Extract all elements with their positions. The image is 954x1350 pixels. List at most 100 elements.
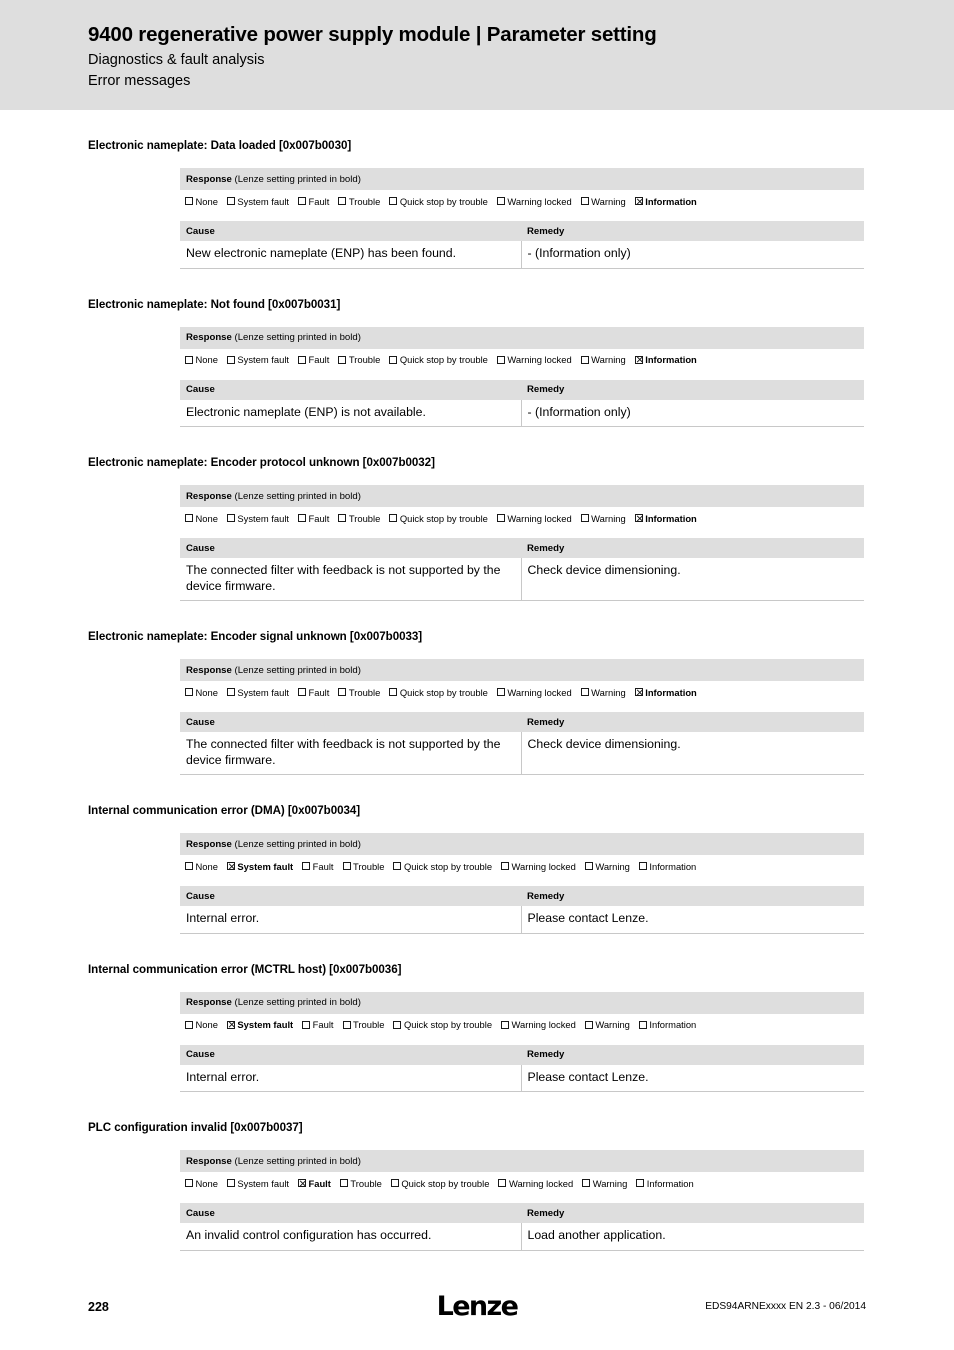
checkbox-unchecked-icon [498,1179,507,1187]
response-option-warning-locked[interactable]: Warning locked [498,1178,573,1189]
response-option-warning-locked[interactable]: Warning locked [496,513,572,524]
response-option-quick-stop-by-trouble[interactable]: Quick stop by trouble [389,687,488,698]
response-option-information[interactable]: Information [638,1019,696,1030]
response-note: (Lenze setting printed in bold) [231,997,361,1008]
error-message-title: Electronic nameplate: Not found [0x007b0… [88,297,341,311]
checkbox-unchecked-icon [501,862,510,870]
response-option-trouble[interactable]: Trouble [338,196,380,207]
response-option-warning-locked[interactable]: Warning locked [496,354,572,365]
response-option-system-fault[interactable]: System fault [226,196,289,207]
cause-column-header: Cause [180,712,521,732]
response-option-warning[interactable]: Warning [580,196,626,207]
response-option-information[interactable]: Information [634,196,697,207]
response-option-warning-locked[interactable]: Warning locked [501,861,576,872]
response-option-warning[interactable]: Warning [582,1178,627,1189]
response-option-information[interactable]: Information [634,687,697,698]
checkbox-unchecked-icon [393,862,402,870]
response-option-fault[interactable]: Fault [298,196,329,207]
table-spacer-cell [180,529,865,538]
response-note: (Lenze setting printed in bold) [231,173,361,185]
response-option-none[interactable]: None [185,861,218,872]
error-message-section: Electronic nameplate: Encoder protocol u… [0,427,954,601]
response-option-warning[interactable]: Warning [584,1019,630,1030]
response-option-trouble[interactable]: Trouble [338,513,380,524]
response-option-trouble[interactable]: Trouble [339,1178,382,1189]
response-option-information[interactable]: Information [634,513,697,524]
response-option-fault[interactable]: Fault [298,513,329,524]
response-option-label: Quick stop by trouble [401,1177,490,1189]
checkbox-unchecked-icon [302,1020,311,1029]
response-option-quick-stop-by-trouble[interactable]: Quick stop by trouble [389,196,488,207]
response-option-fault[interactable]: Fault [298,1178,331,1189]
response-option-none[interactable]: None [185,687,218,698]
checkbox-unchecked-icon [496,688,505,696]
remedy-column-header: Remedy [521,1203,865,1223]
response-option-warning[interactable]: Warning [580,354,626,365]
checkbox-unchecked-icon [298,197,307,205]
response-option-label: Warning locked [508,1177,574,1189]
response-option-none[interactable]: None [185,513,218,524]
response-option-warning[interactable]: Warning [584,861,630,872]
checkbox-unchecked-icon [584,1020,593,1029]
page-header: 9400 regenerative power supply module | … [0,0,954,110]
response-option-none[interactable]: None [185,354,218,365]
response-option-system-fault[interactable]: System fault [226,687,289,698]
response-option-trouble[interactable]: Trouble [338,687,380,698]
response-option-warning-locked[interactable]: Warning locked [501,1019,576,1030]
response-option-system-fault[interactable]: System fault [226,1178,289,1189]
response-option-quick-stop-by-trouble[interactable]: Quick stop by trouble [389,354,488,365]
response-option-information[interactable]: Information [634,354,697,365]
response-option-trouble[interactable]: Trouble [338,354,380,365]
checkbox-unchecked-icon [298,355,307,364]
response-option-trouble[interactable]: Trouble [342,1019,384,1030]
response-option-fault[interactable]: Fault [298,687,329,698]
cause-cell: Internal error. [180,1064,522,1092]
response-option-warning[interactable]: Warning [580,686,626,698]
response-option-label: None [195,1019,218,1030]
checkbox-unchecked-icon [226,197,235,205]
response-option-quick-stop-by-trouble[interactable]: Quick stop by trouble [389,513,488,524]
response-label: Response [186,173,232,185]
checkbox-unchecked-icon [185,1020,193,1029]
response-option-trouble[interactable]: Trouble [342,861,384,872]
checkbox-unchecked-icon [342,1020,351,1029]
error-message-section: Internal communication error (DMA) [0x00… [0,775,954,934]
error-message-section: Electronic nameplate: Data loaded [0x007… [0,110,954,269]
response-option-warning-locked[interactable]: Warning locked [496,195,572,207]
response-option-information[interactable]: Information [636,1178,694,1189]
response-option-information[interactable]: Information [638,861,696,872]
response-option-quick-stop-by-trouble[interactable]: Quick stop by trouble [390,1177,490,1189]
response-option-label: Quick stop by trouble [399,512,488,524]
error-message-title: Electronic nameplate: Data loaded [0x007… [88,139,352,152]
response-option-system-fault[interactable]: System fault [226,513,289,524]
response-option-label: Warning locked [507,195,572,207]
response-option-warning[interactable]: Warning [580,513,626,524]
response-option-quick-stop-by-trouble[interactable]: Quick stop by trouble [393,1019,492,1030]
response-options-row: None System fault Fault Trouble Quick stop b… [180,348,865,371]
checkbox-unchecked-icon [185,197,193,205]
response-options-row: None System fault Fault Trouble Quick stop b… [180,855,865,877]
checkbox-unchecked-icon [496,355,505,364]
response-option-label: None [195,686,218,698]
cause-remedy-header-row: Cause Remedy [180,538,865,558]
checkbox-unchecked-icon [338,197,347,205]
response-option-fault[interactable]: Fault [302,861,334,872]
cause-remedy-header-row: Cause Remedy [180,886,865,906]
response-header-row: Response (Lenze setting printed in bold) [180,168,865,190]
response-note: (Lenze setting printed in bold) [231,490,361,502]
response-option-none[interactable]: None [185,196,218,207]
response-option-quick-stop-by-trouble[interactable]: Quick stop by trouble [393,861,492,872]
response-option-fault[interactable]: Fault [298,354,329,365]
cause-remedy-header-row: Cause Remedy [180,379,865,400]
cause-cell: The connected filter with feedback is no… [180,558,522,601]
response-option-none[interactable]: None [185,1019,218,1030]
table-spacer-cell [180,212,865,221]
response-option-none[interactable]: None [185,1178,218,1189]
response-option-fault[interactable]: Fault [302,1019,334,1030]
response-option-system-fault[interactable]: System fault [226,861,293,872]
checkbox-checked-icon [298,1179,307,1187]
response-option-warning-locked[interactable]: Warning locked [496,687,572,698]
response-option-system-fault[interactable]: System fault [226,1019,293,1030]
response-option-label: Warning [591,686,626,698]
response-option-system-fault[interactable]: System fault [226,354,289,365]
